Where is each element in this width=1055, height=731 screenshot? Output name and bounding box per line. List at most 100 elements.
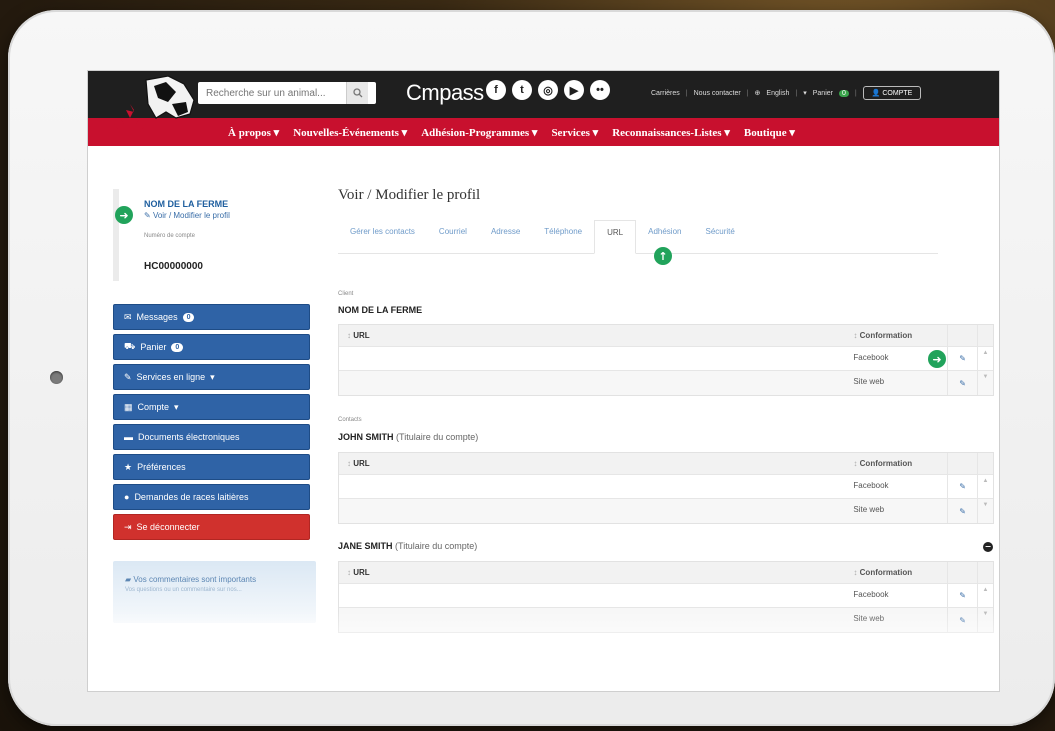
section-label: Contacts [338,417,362,423]
url-type: Facebook [853,481,889,490]
tab-securite[interactable]: Sécurité [693,220,746,253]
url-table: ↕ URL ↕ Conformation Facebook ✎ ▲ Site w… [338,324,994,396]
url-type: Site web [853,614,885,623]
url-value [339,608,847,632]
instagram-icon[interactable]: ◎ [538,80,558,100]
search-icon[interactable] [346,82,368,104]
nav-item-services[interactable]: Services ▾ [551,126,598,139]
nav-item-nouvelles[interactable]: Nouvelles-Événements ▾ [293,126,407,139]
account-number-label: Numéro de compte [144,233,196,239]
column-header-conformation[interactable]: ↕ Conformation [847,453,947,474]
tab-contacts[interactable]: Gérer les contacts [338,220,427,253]
divider: | [746,89,749,97]
folder-icon: ▬ [124,432,133,442]
wrench-icon: ✎ [124,371,132,382]
url-table: ↕ URL ↕ Conformation Facebook ✎ ▲ Site w… [338,561,994,633]
divider: | [685,89,688,97]
search-input[interactable] [198,87,346,99]
flickr-icon[interactable]: •• [590,80,610,100]
holstein-canada-logo[interactable] [106,74,202,154]
scroll-up-icon[interactable]: ▲ [977,347,993,370]
social-links: f t ◎ ▶ •• [486,80,610,100]
tab-adresse[interactable]: Adresse [479,220,532,253]
table-row: Facebook ✎ ▲ [339,584,993,608]
divider: | [854,89,857,97]
scroll-up-icon[interactable]: ▲ [977,584,993,607]
url-type: Site web [853,377,885,386]
url-type: Site web [853,505,885,514]
column-header-conformation[interactable]: ↕ Conformation [847,325,947,346]
envelope-icon: ✉ [124,311,132,322]
table-header: ↕ URL ↕ Conformation [339,562,993,584]
tab-telephone[interactable]: Téléphone [532,220,594,253]
table-row: Site web ✎ ▼ [339,499,993,523]
nav-item-boutique[interactable]: Boutique ▾ [744,126,795,139]
twitter-icon[interactable]: t [512,80,532,100]
section-label: Client [338,291,354,297]
star-icon: ★ [124,461,133,472]
language-link[interactable]: English [766,90,789,97]
sidebar-item-preferences[interactable]: ★ Préférences [113,454,310,480]
sidebar-item-panier[interactable]: ⛟ Panier 0 [113,334,310,360]
edit-pencil-icon[interactable]: ✎ [947,608,977,632]
edit-pencil-icon[interactable]: ✎ [947,584,977,607]
youtube-icon[interactable]: ▶ [564,80,584,100]
utility-links: Carrières | Nous contacter | ⊕ English |… [651,86,922,100]
collapse-minus-icon[interactable]: − [983,542,993,552]
feedback-box[interactable]: ▰ Vos commentaires sont importants Vos q… [113,561,316,623]
nav-item-reconnaissances[interactable]: Reconnaissances-Listes ▾ [612,126,730,139]
sidebar-item-messages[interactable]: ✉ Messages 0 [113,304,310,330]
scroll-down-icon[interactable]: ▼ [977,608,993,632]
sidebar-item-services-en-ligne[interactable]: ✎ Services en ligne ▾ [113,364,310,390]
sidebar-item-compte[interactable]: ▦ Compte ▾ [113,394,310,420]
facebook-icon[interactable]: f [486,80,506,100]
url-type: Facebook [853,590,889,599]
table-icon: ▦ [124,401,133,412]
column-header-url[interactable]: ↕ URL [339,453,847,474]
section-name: JOHN SMITH (Titulaire du compte) [338,432,479,442]
tab-courriel[interactable]: Courriel [427,220,479,253]
bullet-icon: ● [124,492,130,502]
logout-button[interactable]: ⇥ Se déconnecter [113,514,310,540]
column-header-url[interactable]: ↕ URL [339,562,847,583]
table-row: Site web ✎ ▼ [339,608,993,632]
globe-icon: ⊕ [754,90,761,97]
divider: | [795,89,798,97]
url-value [339,475,847,498]
sidebar-item-documents[interactable]: ▬ Documents électroniques [113,424,310,450]
edit-pencil-icon[interactable]: ✎ [947,347,977,370]
tab-url[interactable]: URL [594,220,637,254]
arrow-right-icon: ➜ [115,206,133,224]
contact-link[interactable]: Nous contacter [694,90,741,97]
tablet-home-button[interactable] [50,371,63,384]
tablet-frame: Cmpass f t ◎ ▶ •• Carrières | Nous conta… [8,10,1055,726]
arrow-up-icon: ↑ [654,247,672,265]
cart-link[interactable]: Panier [813,90,833,97]
user-icon: 👤 [871,90,883,97]
url-value [339,371,847,395]
feedback-subtitle: Vos questions ou un commentaire sur nos.… [125,587,242,593]
nav-item-a-propos[interactable]: À propos ▾ [228,126,279,139]
careers-link[interactable]: Carrières [651,90,680,97]
scroll-down-icon[interactable]: ▼ [977,371,993,395]
account-label: COMPTE [882,90,913,97]
nav-item-adhesion[interactable]: Adhésion-Programmes ▾ [421,126,537,139]
sidebar-item-demandes[interactable]: ● Demandes de races laitières [113,484,310,510]
scroll-down-icon[interactable]: ▼ [977,499,993,523]
account-button[interactable]: 👤 COMPTE [862,86,922,100]
compass-logo[interactable]: Cmpass [406,80,484,106]
sidebar-menu: ✉ Messages 0 ⛟ Panier 0 ✎ Services en ligne ▾ … [113,304,310,544]
scroll-up-icon[interactable]: ▲ [977,475,993,498]
page-title: Voir / Modifier le profil [338,187,481,203]
edit-pencil-icon[interactable]: ✎ [947,371,977,395]
url-value [339,584,847,607]
edit-profile-link[interactable]: ✎ Voir / Modifier le profil [144,211,230,220]
table-row: Facebook ✎ ▲ [339,347,993,371]
column-header-url[interactable]: ↕ URL [339,325,847,346]
edit-pencil-icon[interactable]: ✎ [947,475,977,498]
column-header-conformation[interactable]: ↕ Conformation [847,562,947,583]
farm-profile-card: NOM DE LA FERME ✎ Voir / Modifier le pro… [113,189,308,281]
cart-icon: ▾ [803,90,807,97]
edit-pencil-icon[interactable]: ✎ [947,499,977,523]
url-table: ↕ URL ↕ Conformation Facebook ✎ ▲ Site w… [338,452,994,524]
